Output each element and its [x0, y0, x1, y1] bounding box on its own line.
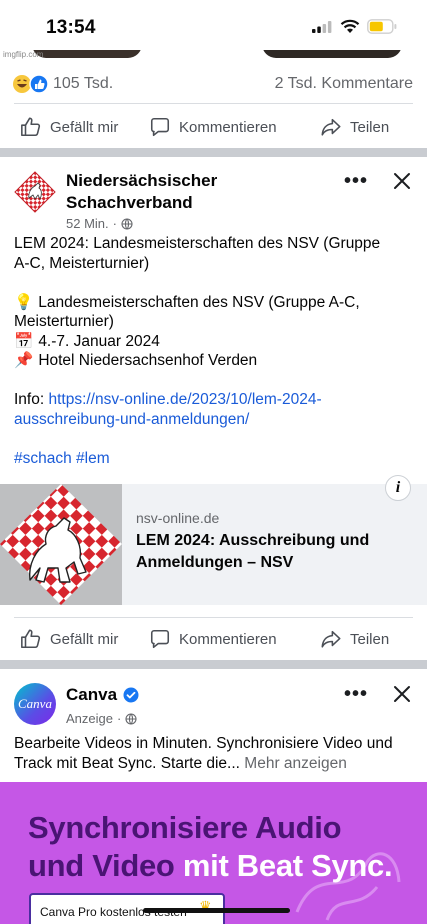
ad-banner[interactable]: Synchronisiere Audio und Video mit Beat …: [0, 782, 427, 924]
page-name-nsv[interactable]: Niedersächsischer Schachverband: [66, 170, 266, 214]
meta-dot: ·: [116, 711, 122, 726]
ad-label: Anzeige: [66, 711, 113, 726]
info-icon[interactable]: i: [385, 475, 411, 501]
ad-meta: Anzeige ·: [66, 711, 137, 726]
more-options-icon[interactable]: •••: [344, 683, 368, 706]
globe-icon: [121, 217, 133, 230]
link-title[interactable]: LEM 2024: Ausschreibung und Anmeldungen …: [136, 530, 416, 574]
image-watermark: imgflip.com: [3, 50, 44, 59]
canva-avatar[interactable]: Canva: [14, 683, 56, 725]
nsv-avatar[interactable]: [14, 171, 56, 213]
post-time[interactable]: 52 Min.: [66, 216, 109, 231]
battery-icon: [367, 19, 397, 34]
signal-icon: [312, 21, 332, 33]
post-text-line: LEM 2024: Landesmeisterschaften des NSV …: [14, 235, 381, 252]
meta-dot: ·: [112, 216, 117, 231]
reaction-summary[interactable]: 105 Tsd. 2 Tsd. Kommentare: [0, 66, 427, 102]
share-button[interactable]: Teilen: [320, 618, 389, 660]
info-label: Info:: [14, 391, 49, 408]
comment-button[interactable]: Kommentieren: [149, 618, 277, 660]
share-icon: [321, 630, 341, 648]
previous-post-action-bar: Gefällt mir Kommentieren Teilen: [0, 106, 427, 148]
share-label: Teilen: [350, 118, 390, 136]
comment-button[interactable]: Kommentieren: [149, 106, 277, 148]
like-button[interactable]: Gefällt mir: [20, 106, 118, 148]
banner-headline: Synchronisiere Audio und Video mit Beat …: [28, 809, 393, 885]
verified-icon: [123, 687, 139, 703]
lightbulb-icon: 💡: [14, 293, 34, 311]
status-bar: 13:54: [0, 0, 427, 50]
link-domain: nsv-online.de: [136, 510, 220, 526]
feed-separator: [0, 148, 427, 157]
thumbs-up-icon: [21, 629, 41, 649]
ad-text: Bearbeite Videos in Minuten. Synchronisi…: [14, 734, 418, 774]
comment-icon: [150, 117, 170, 137]
previous-post-image[interactable]: imgflip.com: [0, 50, 427, 60]
comment-count[interactable]: 2 Tsd. Kommentare: [275, 75, 413, 93]
share-icon: [321, 118, 341, 136]
bullet-location: Hotel Niedersachsenhof Verden: [38, 352, 258, 369]
globe-icon: [125, 712, 137, 725]
divider: [14, 103, 413, 104]
calendar-icon: 📅: [14, 332, 34, 350]
close-icon[interactable]: [393, 172, 411, 190]
hashtags-link[interactable]: #schach #lem: [14, 450, 110, 467]
feed-separator: [0, 660, 427, 669]
post-text: LEM 2024: Landesmeisterschaften des NSV …: [14, 234, 418, 468]
banner-headline-line2b: mit Beat Sync.: [182, 848, 393, 883]
reaction-emoji-icon: [13, 74, 49, 94]
share-label: Teilen: [350, 630, 390, 648]
share-button[interactable]: Teilen: [320, 106, 389, 148]
comment-label: Kommentieren: [179, 630, 277, 648]
home-indicator[interactable]: [143, 908, 290, 913]
like-label: Gefällt mir: [50, 630, 119, 648]
more-options-icon[interactable]: •••: [344, 170, 368, 193]
canva-name-label: Canva: [66, 685, 118, 704]
like-button[interactable]: Gefällt mir: [20, 618, 118, 660]
bullet-text: Meisterturnier): [14, 313, 114, 330]
post-meta: 52 Min. ·: [66, 216, 133, 231]
info-link-cont[interactable]: ausschreibung-und-anmeldungen/: [14, 411, 249, 428]
comment-label: Kommentieren: [179, 118, 277, 136]
bullet-text: Landesmeisterschaften des NSV (Gruppe A-…: [34, 293, 360, 311]
see-more-link[interactable]: Mehr anzeigen: [244, 755, 347, 772]
banner-headline-line1: Synchronisiere Audio: [28, 810, 342, 845]
post-text-line: A-C, Meisterturnier): [14, 254, 150, 272]
info-link[interactable]: https://nsv-online.de/2023/10/lem-2024-: [48, 391, 321, 408]
post-action-bar: Gefällt mir Kommentieren Teilen: [0, 618, 427, 660]
comment-icon: [150, 629, 170, 649]
status-time: 13:54: [46, 17, 96, 38]
link-preview-card[interactable]: nsv-online.de LEM 2024: Ausschreibung un…: [0, 475, 427, 605]
pin-icon: 📌: [14, 352, 34, 369]
thumbs-up-icon: [21, 117, 41, 137]
link-preview-thumbnail: [0, 484, 122, 605]
like-label: Gefällt mir: [50, 118, 119, 136]
banner-headline-line2a: und Video: [28, 848, 183, 883]
wifi-icon: [340, 19, 360, 33]
page-name-canva[interactable]: Canva: [66, 685, 139, 705]
reaction-count[interactable]: 105 Tsd.: [53, 75, 113, 93]
close-icon[interactable]: [393, 685, 411, 703]
bullet-date: 4.-7. Januar 2024: [38, 332, 160, 350]
